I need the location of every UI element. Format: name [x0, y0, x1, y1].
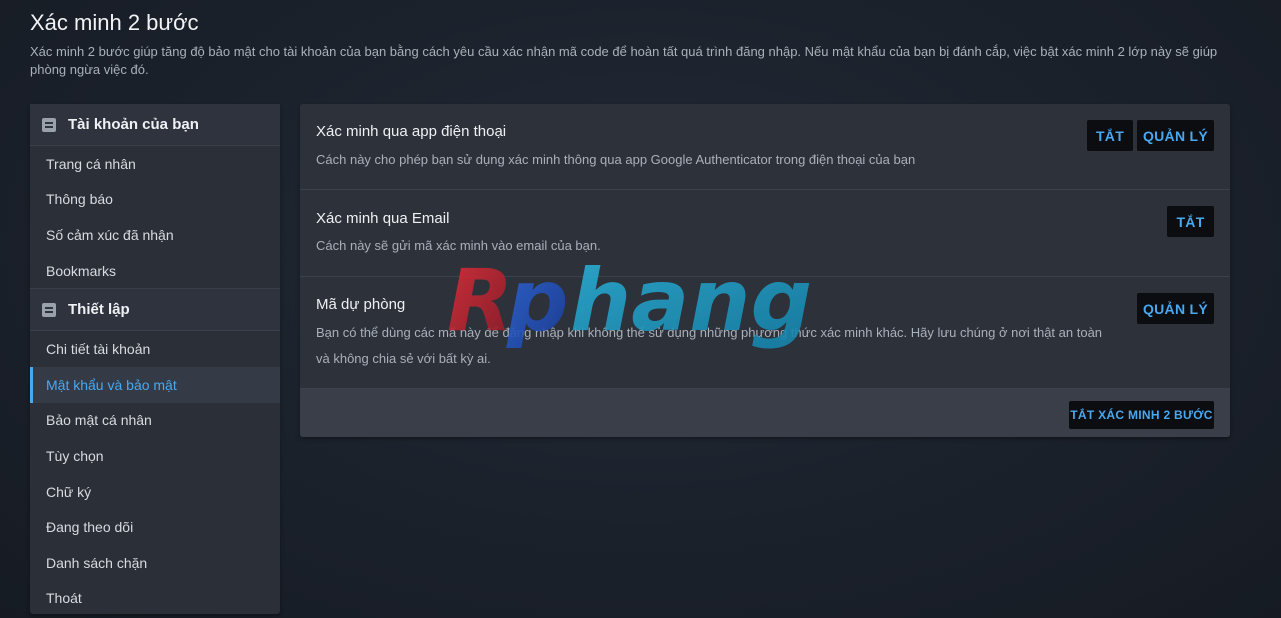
sidebar-item-privacy[interactable]: Bảo mật cá nhân	[30, 403, 280, 439]
method-backup-description: Bạn có thể dùng các mã này để đăng nhập …	[316, 325, 1103, 366]
settings-section-title: Thiết lập	[68, 301, 130, 319]
sidebar-item-bookmarks[interactable]: Bookmarks	[30, 253, 280, 289]
method-row-backup: Mã dự phòng Bạn có thể dùng các mã này đ…	[300, 277, 1230, 389]
disable-two-step-button[interactable]: TẮT XÁC MINH 2 BƯỚC	[1069, 401, 1214, 429]
document-list-icon	[42, 117, 56, 132]
document-list-icon	[42, 302, 56, 317]
manage-app-button[interactable]: QUẢN LÝ	[1137, 120, 1214, 151]
method-backup-title: Mã dự phòng	[316, 296, 406, 313]
page-title: Xác minh 2 bước	[30, 10, 199, 35]
sidebar-item-reactions-received[interactable]: Số cảm xúc đã nhận	[30, 217, 280, 253]
method-email-description: Cách này sẽ gửi mã xác minh vào email củ…	[316, 238, 601, 253]
settings-section-header: Thiết lập	[30, 288, 280, 332]
disable-email-button[interactable]: TẮT	[1167, 206, 1214, 237]
sidebar-item-logout[interactable]: Thoát	[30, 581, 280, 617]
sidebar-item-account-details[interactable]: Chi tiết tài khoản	[30, 331, 280, 367]
sidebar: Tài khoản của bạn Trang cá nhân Thông bá…	[30, 104, 280, 614]
two-step-methods-panel: Xác minh qua app điện thoại Cách này cho…	[300, 104, 1230, 437]
sidebar-item-notifications[interactable]: Thông báo	[30, 182, 280, 218]
sidebar-item-following[interactable]: Đang theo dõi	[30, 509, 280, 545]
sidebar-item-preferences[interactable]: Tùy chọn	[30, 438, 280, 474]
sidebar-item-ignoring[interactable]: Danh sách chặn	[30, 545, 280, 581]
sidebar-item-signature[interactable]: Chữ ký	[30, 474, 280, 510]
sidebar-item-password-security[interactable]: Mật khẩu và bảo mật	[30, 366, 280, 403]
disable-app-button[interactable]: TẮT	[1087, 120, 1133, 151]
manage-backup-codes-button[interactable]: QUẢN LÝ	[1137, 293, 1214, 324]
method-row-app: Xác minh qua app điện thoại Cách này cho…	[300, 104, 1230, 190]
method-app-title: Xác minh qua app điện thoại	[316, 123, 507, 140]
method-row-email: Xác minh qua Email Cách này sẽ gửi mã xá…	[300, 190, 1230, 277]
account-section-header: Tài khoản của bạn	[30, 104, 280, 146]
page-description: Xác minh 2 bước giúp tăng độ bảo mật cho…	[30, 44, 1218, 77]
panel-footer: TẮT XÁC MINH 2 BƯỚC	[300, 389, 1230, 437]
method-email-title: Xác minh qua Email	[316, 210, 450, 227]
account-section-title: Tài khoản của bạn	[68, 116, 199, 133]
sidebar-item-profile[interactable]: Trang cá nhân	[30, 146, 280, 182]
method-app-description: Cách này cho phép bạn sử dụng xác minh t…	[316, 152, 916, 167]
